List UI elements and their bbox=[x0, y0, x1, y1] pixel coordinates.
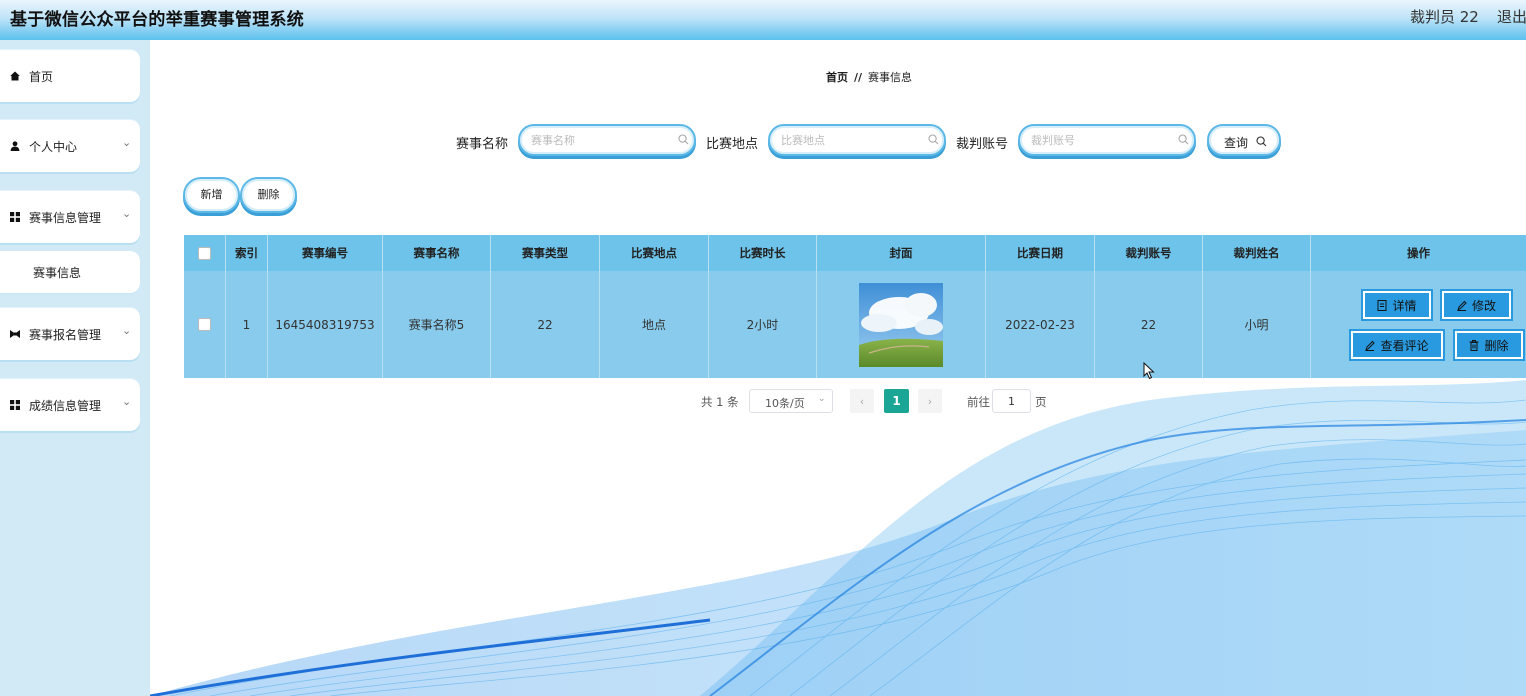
search-icon bbox=[1178, 134, 1189, 145]
trash-icon bbox=[1469, 339, 1479, 351]
view-comments-button-label: 查看评论 bbox=[1380, 338, 1429, 353]
event-name-input[interactable] bbox=[518, 124, 696, 156]
cell-event-type: 22 bbox=[491, 271, 600, 378]
top-header: 基于微信公众平台的举重赛事管理系统 裁判员 22 退出 bbox=[0, 0, 1526, 40]
page-size-select[interactable]: 10条/页 ⌄ bbox=[749, 389, 833, 413]
page-size-value: 10条/页 bbox=[765, 397, 805, 410]
pagination-total: 共 1 条 bbox=[701, 395, 739, 409]
breadcrumb-current: 赛事信息 bbox=[868, 71, 913, 84]
column-header: 比赛时长 bbox=[709, 235, 817, 271]
cell-referee-name: 小明 bbox=[1203, 271, 1311, 378]
edit-icon bbox=[1365, 340, 1376, 351]
sidebar-item-event-management[interactable]: 赛事信息管理 ⌄ bbox=[0, 191, 140, 243]
prev-page-button[interactable]: ‹ bbox=[850, 389, 874, 413]
referee-account-label: 裁判账号 bbox=[956, 137, 1009, 152]
column-header: 封面 bbox=[817, 235, 986, 271]
chevron-left-icon: ‹ bbox=[859, 394, 865, 408]
column-header: 裁判姓名 bbox=[1203, 235, 1311, 271]
select-all-checkbox[interactable] bbox=[198, 246, 211, 260]
grid-icon bbox=[10, 400, 20, 410]
cover-image[interactable] bbox=[859, 282, 943, 367]
select-all-cell bbox=[184, 235, 226, 271]
page-suffix-label: 页 bbox=[1035, 395, 1047, 409]
chevron-down-icon: ⌄ bbox=[122, 324, 132, 337]
column-header: 赛事名称 bbox=[383, 235, 491, 271]
column-header: 比赛地点 bbox=[600, 235, 709, 271]
location-input[interactable] bbox=[768, 124, 946, 156]
document-icon bbox=[1377, 299, 1387, 311]
page-number-current[interactable]: 1 bbox=[884, 389, 909, 413]
sidebar-item-label: 赛事报名管理 bbox=[29, 328, 102, 342]
cell-event-name: 赛事名称5 bbox=[383, 271, 491, 378]
chevron-down-icon: ⌄ bbox=[122, 395, 132, 408]
app-title: 基于微信公众平台的举重赛事管理系统 bbox=[10, 10, 305, 30]
delete-row-button[interactable]: 删除 bbox=[1453, 329, 1525, 361]
detail-button[interactable]: 详情 bbox=[1361, 289, 1433, 321]
sidebar-item-registration-management[interactable]: 赛事报名管理 ⌄ bbox=[0, 308, 140, 360]
query-button[interactable]: 查询 bbox=[1207, 124, 1281, 156]
view-comments-button[interactable]: 查看评论 bbox=[1349, 329, 1445, 361]
cell-event-code: 1645408319753 bbox=[268, 271, 383, 378]
goto-page-input[interactable] bbox=[992, 389, 1031, 413]
chevron-right-icon: › bbox=[927, 394, 933, 408]
user-icon bbox=[10, 141, 20, 151]
chevron-down-icon: ⌄ bbox=[122, 136, 132, 149]
next-page-button[interactable]: › bbox=[918, 389, 942, 413]
column-header: 操作 bbox=[1407, 246, 1430, 260]
column-header: 赛事编号 bbox=[268, 235, 383, 271]
search-icon bbox=[1256, 136, 1267, 147]
logout-link[interactable]: 退出 bbox=[1497, 6, 1526, 27]
sidebar-subitem-label: 赛事信息 bbox=[33, 266, 82, 280]
cell-cover bbox=[817, 271, 986, 378]
goto-label: 前往 bbox=[967, 395, 990, 409]
breadcrumb-home[interactable]: 首页 bbox=[826, 71, 848, 84]
add-button[interactable]: 新增 bbox=[183, 177, 240, 213]
event-name-label: 赛事名称 bbox=[456, 137, 509, 152]
edit-button-label: 修改 bbox=[1471, 298, 1496, 313]
chevron-down-icon: ⌄ bbox=[818, 394, 826, 404]
edit-button[interactable]: 修改 bbox=[1440, 289, 1513, 321]
detail-button-label: 详情 bbox=[1392, 298, 1417, 313]
table-row: 1 1645408319753 赛事名称5 22 地点 2小时 2022-02-… bbox=[184, 271, 1526, 378]
sidebar-item-score-management[interactable]: 成绩信息管理 ⌄ bbox=[0, 379, 140, 431]
column-header: 赛事类型 bbox=[491, 235, 600, 271]
referee-account-input[interactable] bbox=[1018, 124, 1196, 156]
chevron-down-icon: ⌄ bbox=[122, 207, 132, 220]
cell-index: 1 bbox=[226, 271, 268, 378]
cell-location: 地点 bbox=[600, 271, 709, 378]
background-wave-decoration bbox=[150, 380, 1526, 696]
table-header: 索引 赛事编号 赛事名称 赛事类型 比赛地点 比赛时长 封面 比赛日期 裁判账号… bbox=[184, 235, 1526, 271]
sidebar-item-label: 成绩信息管理 bbox=[29, 399, 102, 413]
search-icon bbox=[678, 134, 689, 145]
breadcrumb-separator: // bbox=[854, 71, 863, 84]
query-button-label: 查询 bbox=[1224, 136, 1249, 150]
row-select-cell bbox=[184, 271, 226, 378]
column-header: 裁判账号 bbox=[1095, 235, 1203, 271]
sidebar-subitem-event-info[interactable]: 赛事信息 bbox=[0, 251, 140, 293]
row-checkbox[interactable] bbox=[198, 318, 211, 331]
sidebar-item-profile[interactable]: 个人中心 ⌄ bbox=[0, 120, 140, 172]
cell-date: 2022-02-23 bbox=[986, 271, 1095, 378]
sidebar-item-home[interactable]: 首页 bbox=[0, 50, 140, 102]
bowtie-icon bbox=[10, 330, 20, 338]
home-icon bbox=[10, 71, 20, 81]
cell-duration: 2小时 bbox=[709, 271, 817, 378]
grid-icon bbox=[10, 212, 20, 222]
location-label: 比赛地点 bbox=[706, 137, 759, 152]
cell-actions bbox=[1311, 271, 1526, 378]
sidebar: 首页 个人中心 ⌄ 赛事信息管理 ⌄ 赛事信息 赛事报名管理 ⌄ 成绩信息管理 … bbox=[0, 40, 150, 696]
current-user-label: 裁判员 22 bbox=[1410, 8, 1479, 26]
mouse-cursor-icon bbox=[1143, 362, 1155, 380]
column-header: 索引 bbox=[226, 235, 268, 271]
sidebar-item-label: 个人中心 bbox=[29, 140, 78, 154]
breadcrumb: 首页 // 赛事信息 bbox=[826, 69, 912, 85]
edit-icon bbox=[1457, 300, 1467, 311]
search-icon bbox=[928, 134, 939, 145]
sidebar-item-label: 首页 bbox=[29, 70, 54, 84]
batch-delete-button[interactable]: 删除 bbox=[240, 177, 297, 213]
sidebar-item-label: 赛事信息管理 bbox=[29, 211, 102, 225]
delete-row-button-label: 删除 bbox=[1484, 338, 1509, 353]
column-header: 比赛日期 bbox=[986, 235, 1095, 271]
